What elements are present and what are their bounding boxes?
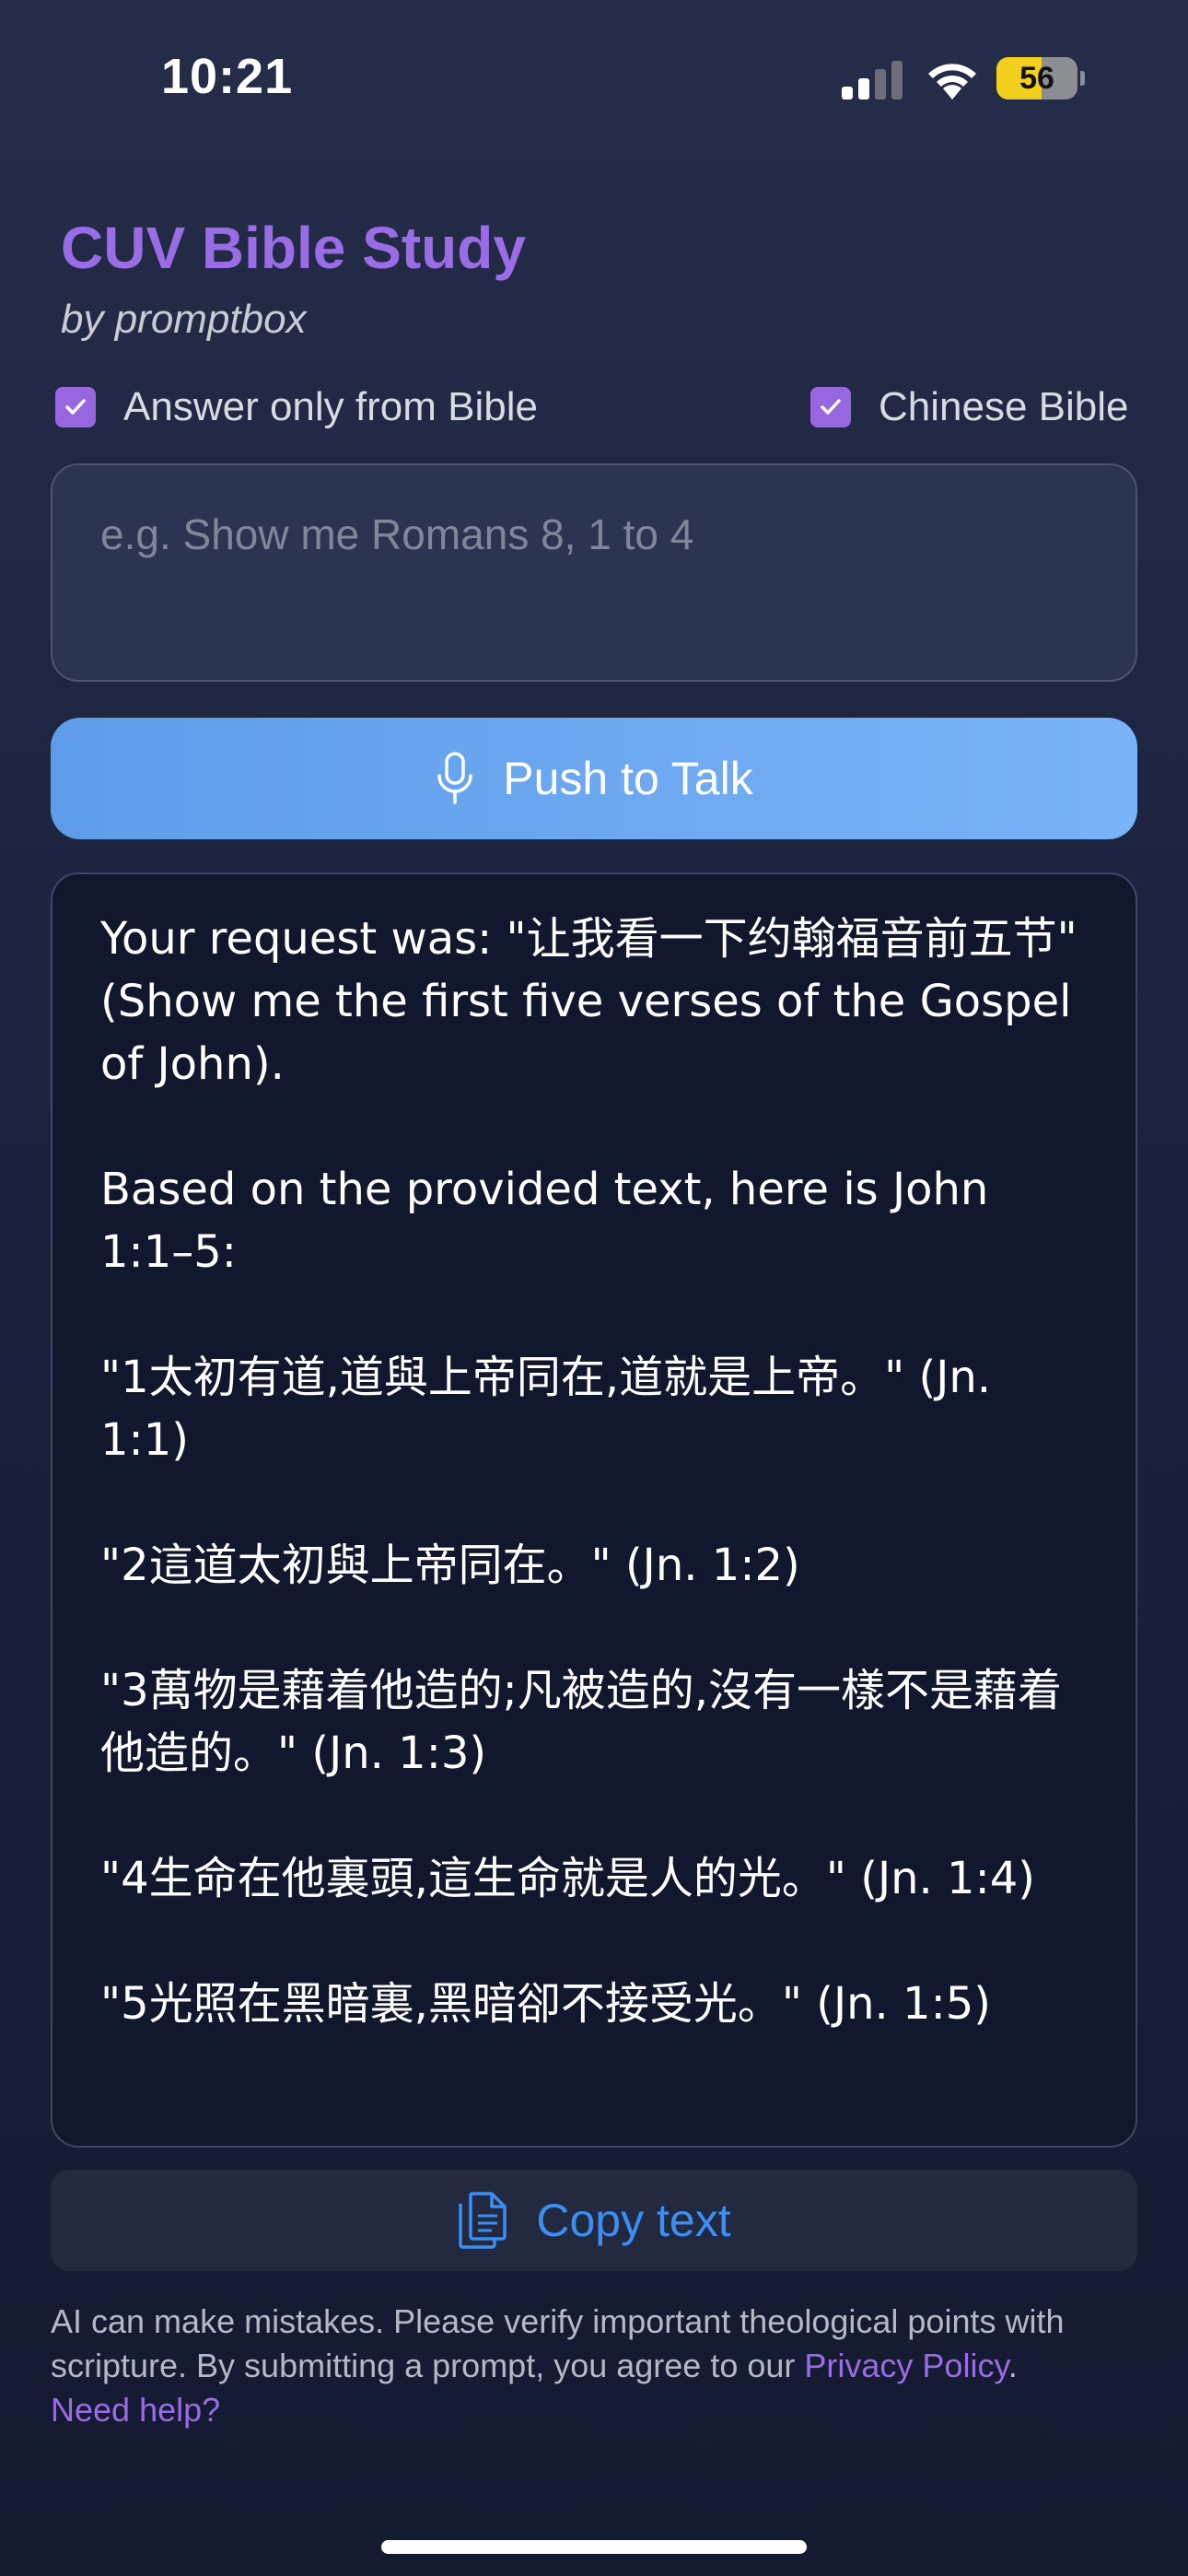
copy-text-button[interactable]: Copy text [51,2170,1137,2271]
push-to-talk-label: Push to Talk [503,753,753,804]
prompt-input[interactable] [51,463,1137,682]
response-paragraph: "2這道太初與上帝同在。" (Jn. 1:2) [100,1540,800,1591]
copy-text-label: Copy text [536,2195,731,2246]
response-box[interactable]: Your request was: "让我看一下约翰福音前五节" (Show m… [51,872,1137,2148]
microphone-icon [437,752,473,804]
response-paragraph: "3萬物是藉着他造的;凡被造的,沒有一樣不是藉着他造的。" (Jn. 1:3) [100,1665,1063,1779]
battery-percent: 56 [1019,61,1054,96]
status-bar: 10:21 56 [0,0,1188,157]
checkmark-icon [821,399,841,415]
chinese-bible-option[interactable]: Chinese Bible [810,381,1129,433]
app-subtitle: by promptbox [61,297,307,342]
response-paragraph: "5光照在黑暗裏,黑暗卻不接受光。" (Jn. 1:5) [100,1978,992,2030]
home-indicator[interactable] [381,2540,807,2554]
answer-only-label: Answer only from Bible [123,384,538,429]
app-title: CUV Bible Study [61,215,526,281]
response-paragraph: Your request was: "让我看一下约翰福音前五节" (Show m… [100,913,1077,1090]
response-paragraph: Based on the provided text, here is John… [100,1164,989,1278]
checkmark-icon [65,399,86,415]
answer-only-option[interactable]: Answer only from Bible [55,381,538,433]
copy-icon [459,2192,507,2249]
disclaimer-period: . [1007,2347,1018,2384]
battery-icon: 56 [996,57,1085,101]
push-to-talk-button[interactable]: Push to Talk [51,718,1137,839]
signal-icon [842,61,903,100]
response-paragraph: "4生命在他裏頭,這生命就是人的光。" (Jn. 1:4) [100,1853,1036,1904]
chinese-bible-label: Chinese Bible [879,384,1129,429]
need-help-link[interactable]: Need help? [51,2391,220,2429]
privacy-policy-link[interactable]: Privacy Policy [804,2347,1007,2384]
answer-only-checkbox[interactable] [55,387,96,427]
status-time: 10:21 [161,49,294,104]
response-paragraph: "1太初有道,道與上帝同在,道就是上帝。" (Jn. 1:1) [100,1352,992,1466]
chinese-bible-checkbox[interactable] [810,387,851,427]
disclaimer: AI can make mistakes. Please verify impo… [51,2300,1147,2432]
wifi-icon [928,64,976,100]
